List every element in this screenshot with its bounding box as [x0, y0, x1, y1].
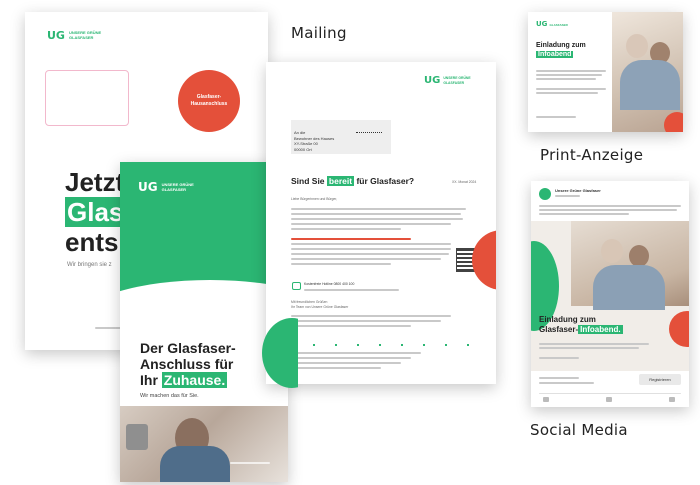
letter-logo-line2: GLASFASER: [443, 80, 465, 85]
phone-icon: [292, 282, 301, 290]
comment-icon[interactable]: [606, 397, 612, 402]
letter-headline: Sind Sie bereit für Glasfaser?: [291, 176, 414, 186]
flyer-logo-mark: UG: [138, 180, 158, 194]
flyer-subline: Wir machen das für Sie.: [140, 393, 199, 399]
print-ad-mockup: UG GLASFASER Einladung zum Infoabend: [528, 12, 683, 132]
letter-mockup: UG UNSERE GRÜNE GLASFASER An die Bewohne…: [266, 62, 496, 384]
letter-headline-suffix: für Glasfaser?: [356, 176, 415, 186]
print-ad-logo: UG GLASFASER: [536, 20, 568, 29]
social-post-mockup: Unsere Grüne Glasfaser Einladung zum Gla…: [531, 181, 689, 407]
flyer-footer-line: [230, 462, 270, 464]
address-window: [45, 70, 129, 126]
like-icon[interactable]: [543, 397, 549, 402]
print-ad-title-highlight: Infoabend: [536, 50, 574, 58]
badge-line2: Hausanschluss: [190, 101, 228, 107]
flyer-headline-line3: Ihr: [140, 372, 158, 388]
badge-line1: Glasfaser-: [196, 94, 222, 100]
letter-recipient: An die Bewohner des Hauses XY-Straße 00 …: [294, 130, 334, 152]
flyer-mockup: UG UNSERE GRÜNE GLASFASER Der Glasfaser-…: [120, 162, 288, 482]
letter-divider-dots: [291, 344, 471, 346]
flyer-photo: [120, 406, 288, 482]
flyer-headline-line2: Anschluss für: [140, 356, 234, 372]
flyer-logo-line2: GLASFASER: [161, 187, 187, 192]
letter-orange-circle: [472, 230, 496, 290]
social-avatar: [539, 188, 551, 200]
label-mailing: Mailing: [291, 24, 347, 42]
print-logo-mark: UG: [536, 20, 548, 28]
print-ad-title-line1: Einladung zum: [536, 42, 586, 49]
logo-mark: UG: [47, 28, 65, 42]
envelope-logo: UG UNSERE GRÜNE GLASFASER: [47, 28, 101, 42]
flyer-logo: UG UNSERE GRÜNE GLASFASER: [138, 180, 194, 194]
letter-logo-line1: UNSERE GRÜNE: [443, 76, 471, 80]
letter-logo-mark: UG: [424, 75, 441, 86]
print-ad-orange-dot: [664, 112, 683, 132]
social-title-highlight: Infoabend.: [578, 324, 623, 334]
letter-headline-prefix: Sind Sie: [291, 176, 325, 186]
social-title-line2: Glasfaser-: [539, 324, 579, 334]
recipient-line4: 00000 Ort: [294, 146, 312, 152]
social-title-line1: Einladung zum: [539, 315, 596, 324]
letter-stamp: [356, 122, 382, 133]
print-ad-title: Einladung zum Infoabend: [536, 42, 586, 59]
social-image: Einladung zum Glasfaser- Infoabend.: [531, 221, 689, 371]
letter-salutation: Liebe Bürgerinnen und Bürger,: [291, 197, 338, 201]
letter-logo: UG UNSERE GRÜNE GLASFASER: [424, 75, 471, 86]
share-icon[interactable]: [669, 397, 675, 402]
closing-line2: Ihr Team von Unsere Grüne Glasfaser: [291, 305, 349, 309]
letter-headline-highlight: bereit: [326, 176, 355, 186]
letter-closing: Mit freundlichen Grüßen Ihr Team von Uns…: [291, 300, 348, 310]
social-cta-button[interactable]: Registrieren: [639, 374, 681, 385]
flyer-headline: Der Glasfaser- Anschluss für Ihr Zuhause…: [140, 340, 236, 388]
social-account-name: Unsere Grüne Glasfaser: [555, 188, 601, 193]
letter-date: XX. Monat 2024: [452, 180, 477, 184]
print-logo-text: GLASFASER: [549, 22, 568, 27]
flyer-headline-line1: Der Glasfaser-: [140, 340, 236, 356]
logo-text-line2: GLASFASER: [68, 35, 94, 40]
envelope-subline: Wir bringen sie z: [67, 262, 112, 268]
social-title: Einladung zum Glasfaser- Infoabend.: [539, 315, 623, 334]
letter-hotline: Kostenfreie Hotline 0800 400 100: [304, 282, 355, 286]
flyer-headline-highlight: Zuhause.: [161, 372, 228, 388]
label-print: Print-Anzeige: [540, 146, 644, 164]
label-social: Social Media: [530, 421, 628, 439]
envelope-badge: Glasfaser- Hausanschluss: [178, 70, 240, 132]
